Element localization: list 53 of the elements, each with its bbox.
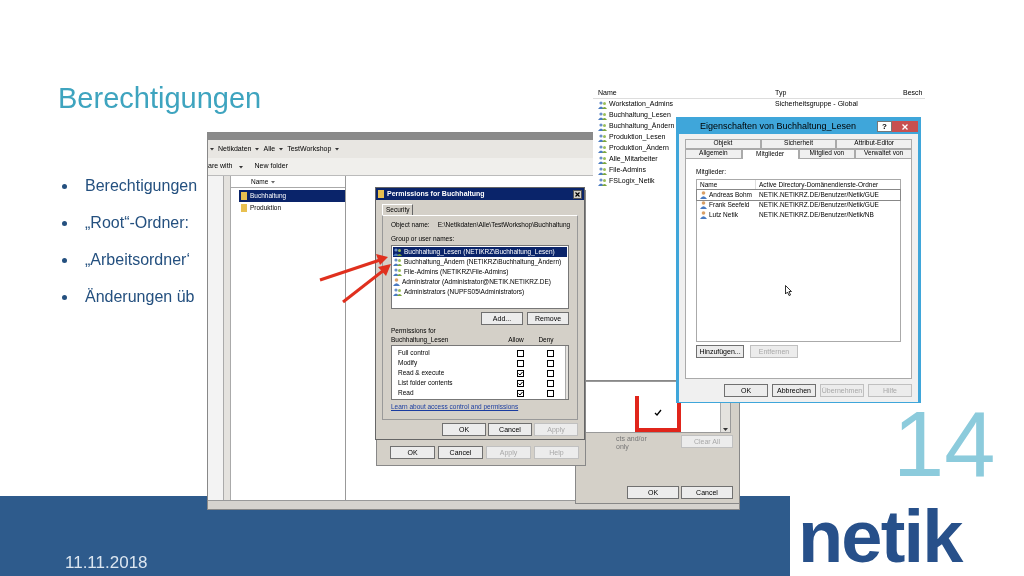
breadcrumb-arrow-icon bbox=[255, 147, 260, 151]
checkbox[interactable] bbox=[546, 369, 554, 377]
breadcrumb-arrow-icon bbox=[210, 147, 214, 151]
scroll-down-icon bbox=[723, 428, 728, 432]
scrollbar[interactable] bbox=[565, 346, 568, 399]
close-icon bbox=[902, 123, 908, 130]
group-icon bbox=[598, 155, 607, 164]
group-icon bbox=[598, 122, 607, 131]
close-button[interactable] bbox=[573, 189, 582, 199]
breadcrumb-arrow-icon bbox=[335, 147, 340, 151]
bullet-text: „Root“-Ordner: bbox=[85, 213, 190, 233]
group-icon bbox=[598, 100, 607, 109]
bullet-icon bbox=[62, 294, 67, 300]
page-number: 14 bbox=[893, 398, 996, 490]
user-icon bbox=[393, 277, 400, 286]
checkbox[interactable] bbox=[516, 379, 524, 387]
checkbox[interactable] bbox=[546, 349, 554, 357]
checkbox[interactable] bbox=[516, 369, 524, 377]
dropdown-caret-icon bbox=[238, 164, 243, 169]
group-icon bbox=[393, 287, 402, 296]
checkbox[interactable] bbox=[516, 389, 524, 397]
bullet-icon bbox=[62, 220, 67, 226]
bullet-text: Berechtigungen bbox=[85, 176, 198, 196]
group-icon bbox=[598, 144, 607, 153]
group-icon bbox=[393, 267, 402, 276]
breadcrumb-arrow-icon bbox=[279, 147, 284, 151]
cursor-icon bbox=[785, 285, 792, 297]
checkbox[interactable] bbox=[546, 379, 554, 387]
window-title: Eigenschaften von Buchhaltung_Lesen bbox=[698, 120, 858, 133]
bullet-text: „Arbeitsordner‘ bbox=[85, 250, 190, 270]
group-icon bbox=[598, 111, 607, 120]
bullet-icon bbox=[62, 183, 67, 189]
group-icon bbox=[598, 133, 607, 142]
checkbox[interactable] bbox=[546, 359, 554, 367]
bullet-icon bbox=[62, 257, 67, 263]
checkbox[interactable] bbox=[546, 389, 554, 397]
slide-date: 11.11.2018 bbox=[65, 552, 148, 574]
group-icon bbox=[598, 177, 607, 186]
checkbox[interactable] bbox=[516, 349, 524, 357]
folder-icon bbox=[378, 190, 384, 198]
group-icon bbox=[393, 247, 402, 256]
help-button[interactable]: ? bbox=[877, 121, 892, 133]
close-icon bbox=[575, 191, 580, 197]
group-icon bbox=[393, 257, 402, 266]
arrow bbox=[319, 254, 388, 282]
sort-caret-icon bbox=[271, 179, 276, 184]
bullet-text: Änderungen üb bbox=[85, 287, 195, 307]
group-icon bbox=[598, 166, 607, 175]
arrow bbox=[342, 264, 391, 304]
scrollbar[interactable] bbox=[223, 176, 231, 500]
slide-title: Berechtigungen bbox=[58, 84, 262, 113]
company-logo: netik bbox=[798, 500, 962, 574]
checkbox[interactable] bbox=[516, 359, 524, 367]
